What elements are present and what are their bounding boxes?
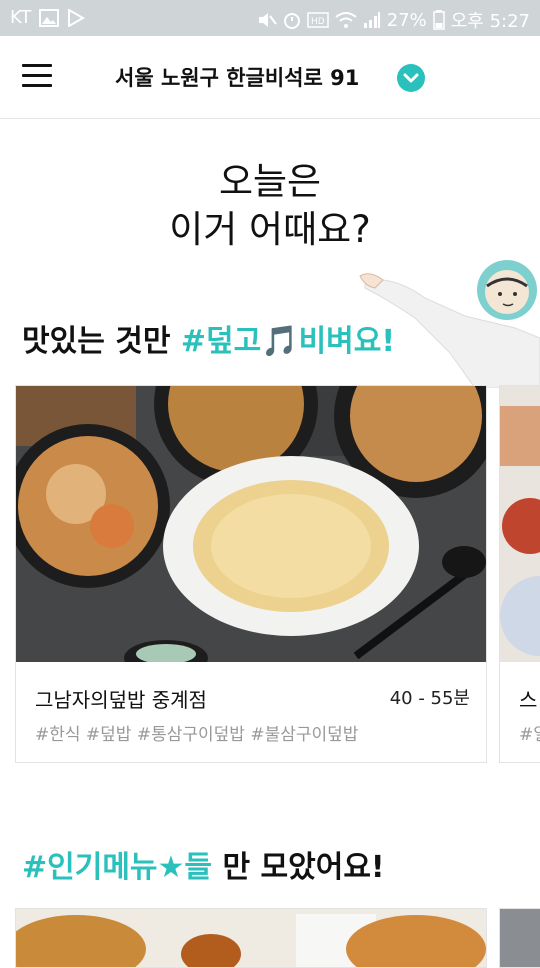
section-title-hashtag-popular: #인기메뉴★들 [22, 850, 213, 885]
popular-menu-image-next [500, 909, 540, 967]
popular-menu-card-next[interactable] [499, 908, 540, 968]
section-title-hashtag: #덮고🎵비벼요! [180, 324, 396, 359]
headline-line2: 이거 어때요? [169, 208, 371, 251]
menu-icon[interactable] [22, 64, 52, 88]
section-title-prefix: 맛있는 것만 [22, 324, 181, 359]
section-title-popular-menu: #인기메뉴★들 만 모았어요! [22, 842, 385, 886]
carrier-label: KT [10, 7, 32, 28]
section-title-rice-bowl: 맛있는 것만 #덮고🎵비벼요! [22, 316, 395, 360]
restaurant-name-next: 스 [519, 688, 538, 712]
restaurant-card[interactable]: 그남자의덮밥 중계점 40 - 55분 #한식 #덮밥 #통삼구이덮밥 #불삼구… [15, 385, 487, 763]
alarm-icon [283, 13, 300, 29]
section-title-suffix: 만 모았어요! [212, 850, 385, 885]
delivery-time: 40 - 55분 [389, 688, 470, 709]
status-bar: KT HD 27% 오후 5:27 [0, 0, 540, 36]
restaurant-card-next[interactable]: 스 #일 [499, 385, 540, 763]
clock: 오후 5:27 [450, 11, 530, 32]
restaurant-name: 그남자의덮밥 중계점 [35, 688, 207, 712]
play-store-icon [68, 8, 86, 27]
page-headline: 오늘은 이거 어때요? [0, 158, 540, 254]
mute-icon [258, 13, 277, 27]
address-dropdown-button[interactable] [397, 64, 425, 92]
headline-line1: 오늘은 [218, 160, 322, 203]
hd-icon: HD [306, 12, 329, 28]
battery-icon [432, 10, 445, 30]
gallery-icon [39, 8, 60, 27]
chevron-down-icon [403, 73, 419, 83]
popular-menu-card[interactable] [15, 908, 487, 968]
address-label[interactable]: 서울 노원구 한글비석로 91 [115, 62, 359, 92]
restaurant-food-image [16, 386, 486, 662]
restaurant-food-image-next [500, 386, 540, 662]
app-bar: 서울 노원구 한글비석로 91 [0, 36, 540, 119]
restaurant-tags: #한식 #덮밥 #통삼구이덮밥 #불삼구이덮밥 [35, 725, 359, 745]
svg-text:HD: HD [311, 17, 325, 27]
signal-icon [363, 12, 380, 28]
battery-percent: 27% [386, 9, 427, 31]
restaurant-tags-next: #일 [519, 725, 540, 745]
popular-menu-image [16, 909, 486, 967]
wifi-icon [335, 12, 357, 28]
